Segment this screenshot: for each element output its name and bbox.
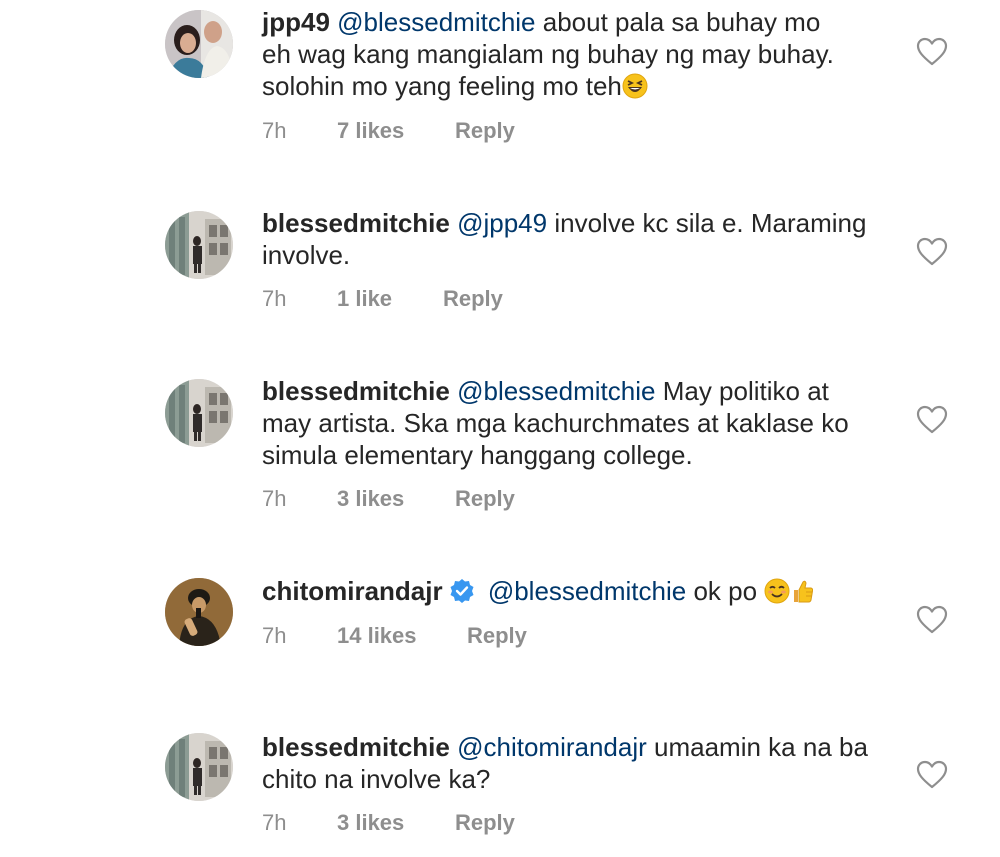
reply-button[interactable]: Reply [455, 810, 515, 836]
comment-text: involve kc sila e. Maraming [554, 208, 867, 238]
like-heart-icon[interactable] [916, 237, 948, 267]
comment-text: solohin mo yang feeling mo teh [262, 71, 622, 101]
comment-username[interactable]: blessedmitchie [262, 376, 450, 406]
comment-text: may artista. Ska mga kachurchmates at ka… [262, 408, 849, 438]
comment-mention[interactable]: @jpp49 [457, 208, 547, 238]
comment-time: 7h [262, 118, 287, 143]
comment-text: involve. [262, 240, 351, 270]
like-heart-icon[interactable] [916, 605, 948, 635]
comment-mention[interactable]: @blessedmitchie [457, 376, 655, 406]
reply-button[interactable]: Reply [455, 118, 515, 144]
avatar[interactable] [165, 733, 233, 801]
likes-count[interactable]: 1 like [337, 286, 392, 312]
like-heart-icon[interactable] [916, 405, 948, 435]
comment-mention[interactable]: @blessedmitchie [488, 576, 686, 606]
comment-username[interactable]: blessedmitchie [262, 732, 450, 762]
avatar[interactable] [165, 211, 233, 279]
reply-button[interactable]: Reply [443, 286, 503, 312]
avatar-photo [165, 379, 233, 447]
reply-button[interactable]: Reply [467, 623, 527, 649]
comment-time: 7h [262, 810, 287, 835]
likes-count[interactable]: 7 likes [337, 118, 404, 144]
avatar-photo [165, 733, 233, 801]
comment-time: 7h [262, 623, 287, 648]
avatar[interactable] [165, 578, 233, 646]
avatar-photo [165, 578, 233, 646]
comment-text: simula elementary hanggang college. [262, 440, 693, 470]
avatar[interactable] [165, 10, 233, 78]
comment-mention[interactable]: @chitomirandajr [457, 732, 647, 762]
likes-count[interactable]: 14 likes [337, 623, 417, 649]
like-heart-icon[interactable] [916, 760, 948, 790]
grinning-squinting-emoji-icon [622, 73, 648, 99]
like-heart-icon[interactable] [916, 37, 948, 67]
comment-text: about pala sa buhay mo [542, 7, 821, 37]
avatar-photo [165, 10, 233, 78]
avatar[interactable] [165, 379, 233, 447]
avatar-photo [165, 211, 233, 279]
comment-time: 7h [262, 286, 287, 311]
verified-badge-icon [450, 579, 474, 603]
comment-text: May politiko at [662, 376, 829, 406]
smiling-face-emoji-icon [764, 578, 790, 604]
comment-text: umaamin ka na ba [654, 732, 868, 762]
comment-username[interactable]: chitomirandajr [262, 576, 443, 606]
comment-text: eh wag kang mangialam ng buhay ng may bu… [262, 39, 834, 69]
comment-username[interactable]: jpp49 [262, 7, 330, 37]
comment-mention[interactable]: @blessedmitchie [337, 7, 535, 37]
comment-text: chito na involve ka? [262, 764, 491, 794]
comment-time: 7h [262, 486, 287, 511]
thumbs-up-emoji-icon [794, 580, 814, 603]
comment-text: ok po [693, 576, 758, 606]
likes-count[interactable]: 3 likes [337, 810, 404, 836]
reply-button[interactable]: Reply [455, 486, 515, 512]
likes-count[interactable]: 3 likes [337, 486, 404, 512]
comment-username[interactable]: blessedmitchie [262, 208, 450, 238]
